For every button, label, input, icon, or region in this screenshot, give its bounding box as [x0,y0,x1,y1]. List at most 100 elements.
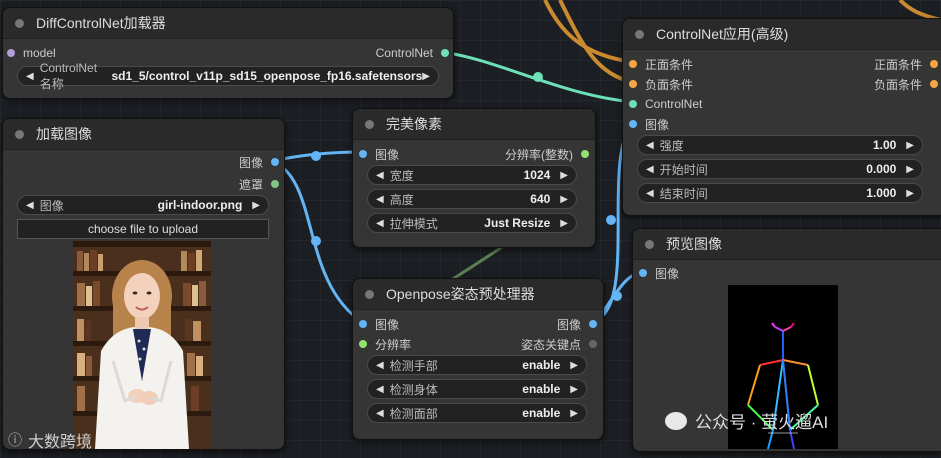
start-percent-field[interactable]: ◀ 开始时间 0.000 ▶ [637,159,923,179]
wire-image-to-resize [271,150,363,163]
arrow-right-icon[interactable]: ▶ [570,360,578,371]
watermark-bottom-left: ⓘ 大数跨境 [8,432,93,451]
arrow-right-icon[interactable]: ▶ [570,408,578,419]
wire-image-to-openpose [271,159,363,324]
openpose-preprocessor-node[interactable]: Openpose姿态预处理器 图像 分辨率 图像 姿态关键点 ◀ 检测手部 en… [352,278,604,440]
conditioning-socket-icon[interactable] [930,80,938,88]
conditioning-socket-icon[interactable] [930,60,938,68]
controlnet-name-selector[interactable]: ◀ ControlNet名称 sd1_5/control_v11p_sd15_o… [17,61,439,91]
node-title: DiffControlNet加载器 [36,15,166,31]
input-image[interactable]: 图像 [629,115,669,133]
detect-body-toggle[interactable]: ◀ 检测身体 enable ▶ [367,379,587,399]
arrow-left-icon[interactable]: ◀ [646,188,654,199]
arrow-left-icon[interactable]: ◀ [646,140,654,151]
watermark-bottom-right: 公众号 · 萤火遛AI [665,408,828,433]
arrow-right-icon[interactable]: ▶ [560,170,568,181]
collapse-dot-icon[interactable] [635,29,644,39]
node-header[interactable]: Openpose姿态预处理器 [353,279,603,310]
arrow-right-icon[interactable]: ▶ [422,71,430,82]
arrow-right-icon[interactable]: ▶ [570,384,578,395]
load-image-node[interactable]: 加载图像 图像 遮罩 ◀ 图像 girl-indoor.png ▶ choose… [2,118,285,450]
arrow-left-icon[interactable]: ◀ [376,384,384,395]
output-positive[interactable]: 正面条件 [874,55,938,73]
loaded-image-preview [73,241,211,449]
conditioning-socket-icon[interactable] [629,80,637,88]
resize-mode-selector[interactable]: ◀ 拉伸模式 Just Resize ▶ [367,213,577,233]
output-negative[interactable]: 负面条件 [874,75,938,93]
arrow-right-icon[interactable]: ▶ [906,140,914,151]
detect-hand-toggle[interactable]: ◀ 检测手部 enable ▶ [367,355,587,375]
detect-face-toggle[interactable]: ◀ 检测面部 enable ▶ [367,403,587,423]
strength-field[interactable]: ◀ 强度 1.00 ▶ [637,135,923,155]
arrow-left-icon[interactable]: ◀ [376,170,384,181]
arrow-left-icon[interactable]: ◀ [376,218,384,229]
input-negative[interactable]: 负面条件 [629,75,693,93]
input-controlnet[interactable]: ControlNet [629,95,702,113]
arrow-left-icon[interactable]: ◀ [26,200,34,211]
mask-socket-icon[interactable] [271,180,279,188]
arrow-left-icon[interactable]: ◀ [26,71,34,82]
arrow-left-icon[interactable]: ◀ [376,408,384,419]
controlnet-apply-advanced-node[interactable]: ControlNet应用(高级) 正面条件 负面条件 ControlNet 图像… [622,18,941,216]
arrow-right-icon[interactable]: ▶ [560,218,568,229]
model-socket-icon[interactable] [7,49,15,57]
node-title: ControlNet应用(高级) [656,26,789,42]
image-socket-icon[interactable] [359,150,367,158]
image-socket-icon[interactable] [271,158,279,166]
keypoint-socket-icon[interactable] [589,340,597,348]
choose-file-button[interactable]: choose file to upload [17,219,269,239]
height-field[interactable]: ◀ 高度 640 ▶ [367,189,577,209]
collapse-dot-icon[interactable] [365,289,374,299]
arrow-right-icon[interactable]: ▶ [906,164,914,175]
controlnet-socket-icon[interactable] [629,100,637,108]
wire-conditioning-out [898,0,941,22]
arrow-left-icon[interactable]: ◀ [646,164,654,175]
node-header[interactable]: 完美像素 [353,109,595,140]
node-title: 预览图像 [666,236,722,252]
arrow-left-icon[interactable]: ◀ [376,360,384,371]
wire-positive-conditioning [543,0,634,64]
arrow-right-icon[interactable]: ▶ [252,200,260,211]
output-resolution[interactable]: 分辨率(整数) [505,145,589,163]
image-socket-icon[interactable] [359,320,367,328]
input-resolution[interactable]: 分辨率 [359,335,411,353]
node-title: Openpose姿态预处理器 [386,286,535,302]
input-image[interactable]: 图像 [359,145,399,163]
arrow-right-icon[interactable]: ▶ [560,194,568,205]
input-image[interactable]: 图像 [359,315,399,333]
int-socket-icon[interactable] [581,150,589,158]
output-image[interactable]: 图像 [557,315,597,333]
node-header[interactable]: 预览图像 [633,229,941,260]
node-header[interactable]: 加载图像 [3,119,284,150]
wire-controlnet [441,50,634,104]
diff-controlnet-loader-node[interactable]: DiffControlNet加载器 model ControlNet ◀ Con… [2,7,454,99]
output-controlnet[interactable]: ControlNet [376,44,449,62]
perfect-pixel-node[interactable]: 完美像素 图像 分辨率(整数) ◀ 宽度 1024 ▶ ◀ 高度 640 ▶ ◀… [352,108,596,248]
node-header[interactable]: DiffControlNet加载器 [3,8,453,39]
output-mask[interactable]: 遮罩 [239,175,279,193]
collapse-dot-icon[interactable] [15,18,24,28]
collapse-dot-icon[interactable] [645,239,654,249]
wechat-icon [665,411,687,430]
controlnet-socket-icon[interactable] [441,49,449,57]
output-keypoints[interactable]: 姿态关键点 [521,335,597,353]
image-file-selector[interactable]: ◀ 图像 girl-indoor.png ▶ [17,195,269,215]
arrow-right-icon[interactable]: ▶ [906,188,914,199]
conditioning-socket-icon[interactable] [629,60,637,68]
image-socket-icon[interactable] [589,320,597,328]
collapse-dot-icon[interactable] [15,129,24,139]
end-percent-field[interactable]: ◀ 结束时间 1.000 ▶ [637,183,923,203]
input-positive[interactable]: 正面条件 [629,55,693,73]
arrow-left-icon[interactable]: ◀ [376,194,384,205]
image-socket-icon[interactable] [639,269,647,277]
input-model[interactable]: model [7,44,56,62]
portrait-image [73,241,211,449]
image-socket-icon[interactable] [629,120,637,128]
input-image[interactable]: 图像 [639,264,679,282]
collapse-dot-icon[interactable] [365,119,374,129]
node-header[interactable]: ControlNet应用(高级) [623,19,941,50]
width-field[interactable]: ◀ 宽度 1024 ▶ [367,165,577,185]
int-socket-icon[interactable] [359,340,367,348]
output-image[interactable]: 图像 [239,153,279,171]
node-title: 完美像素 [386,116,442,132]
